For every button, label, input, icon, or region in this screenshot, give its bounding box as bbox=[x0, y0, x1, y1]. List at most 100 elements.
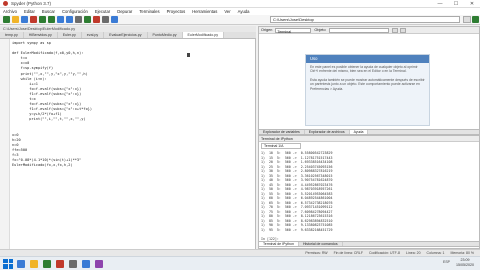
menu-herramientas[interactable]: Herramientas bbox=[192, 9, 217, 14]
menu-depurar[interactable]: Depurar bbox=[117, 9, 132, 14]
console-line: 1) 10 5: 560 -> 0.55800542723829 bbox=[261, 151, 333, 155]
status-bar: Permisos: RW Fin de línea: CRLF Codificaci… bbox=[0, 249, 480, 256]
toolbar-button-icon[interactable] bbox=[12, 16, 19, 23]
help-card-text-2: Esta ayuda también se puede mostrar auto… bbox=[310, 77, 425, 91]
taskbar-app-icon[interactable] bbox=[69, 259, 77, 268]
text-cursor bbox=[187, 53, 190, 57]
toolbar-button-icon[interactable] bbox=[75, 16, 82, 23]
spyder-logo-icon bbox=[3, 1, 8, 6]
editor-tab[interactable]: temp.py bbox=[0, 32, 24, 38]
toolbar-button-icon[interactable] bbox=[102, 16, 109, 23]
status-item: Memoria: 80 % bbox=[450, 251, 474, 255]
console-bottom-tab[interactable]: Terminal de IPython bbox=[259, 242, 299, 246]
menu-archivo[interactable]: Archivo bbox=[3, 9, 17, 14]
working-directory-field[interactable]: C:\Users\Jose\Desktop bbox=[270, 16, 460, 23]
help-usage-card: Uso En este panel es posible obtener la … bbox=[305, 54, 430, 126]
editor-tabs: temp.py HiBenvidos.py Euler.py eval.py Evalu… bbox=[0, 32, 256, 39]
menu-terminales[interactable]: Terminales bbox=[139, 9, 159, 14]
right-pane-tab[interactable]: Explorador de variables bbox=[259, 130, 305, 134]
toolbar-button-icon[interactable] bbox=[3, 16, 10, 23]
title-bar: Spyder (Python 3.7) — ☐ ✕ bbox=[0, 0, 480, 8]
code-text[interactable]: import sympy as sp def EulerModificado(f… bbox=[12, 41, 92, 168]
toolbar-button-icon[interactable] bbox=[111, 16, 118, 23]
menu-ayuda[interactable]: Ayuda bbox=[238, 9, 250, 14]
toolbar-button-icon[interactable] bbox=[57, 16, 64, 23]
status-item: Línea: 20 bbox=[405, 251, 421, 255]
minimize-button[interactable]: — bbox=[432, 0, 448, 8]
status-item: Codificación: UTF-8 bbox=[369, 251, 400, 255]
menu-ver[interactable]: Ver bbox=[224, 9, 230, 14]
code-line: EulerModificado(fx,x,fx,h,2) bbox=[12, 163, 73, 168]
right-pane-tab[interactable]: Ayuda bbox=[349, 130, 369, 134]
console-line: 1) 30 5: 560 -> 2.80988327816219 bbox=[261, 169, 333, 173]
lock-icon[interactable] bbox=[391, 27, 398, 33]
menu-editar[interactable]: Editar bbox=[24, 9, 35, 14]
help-card-title: Uso bbox=[306, 55, 429, 63]
console-bottom-tab[interactable]: Historial de comandos bbox=[299, 242, 343, 246]
options-icon[interactable] bbox=[399, 27, 406, 33]
right-pane-tab[interactable]: Explorador de archivos bbox=[305, 130, 350, 134]
editor-tab[interactable]: Euler.py bbox=[58, 32, 82, 38]
editor-tab[interactable]: eval.py bbox=[82, 32, 105, 38]
clock[interactable]: 23:09 15/05/2020 bbox=[456, 258, 474, 267]
object-input[interactable] bbox=[328, 27, 389, 33]
taskbar-app-icon[interactable] bbox=[30, 259, 38, 268]
menu-buscar[interactable]: Buscar bbox=[42, 9, 55, 14]
help-pane-header: Origen Terminal Objeto bbox=[259, 27, 479, 34]
menu-ejecutar[interactable]: Ejecutar bbox=[95, 9, 110, 14]
start-button-icon[interactable] bbox=[3, 258, 13, 269]
ipython-console[interactable]: Terminal de IPython Terminal 1/A 1) 10 5… bbox=[258, 135, 480, 249]
editor-tab[interactable]: PuntoMedio.py bbox=[148, 32, 183, 38]
code-editor[interactable]: import sympy as sp def EulerModificado(f… bbox=[0, 39, 256, 249]
window-title: Spyder (Python 3.7) bbox=[11, 1, 52, 6]
toolbar-button-icon[interactable] bbox=[84, 16, 91, 23]
taskbar-app-icon[interactable] bbox=[17, 259, 25, 268]
origin-select[interactable]: Terminal bbox=[275, 27, 312, 34]
language-indicator[interactable]: ESP bbox=[443, 260, 450, 264]
taskbar bbox=[0, 256, 480, 270]
menu-proyectos[interactable]: Proyectos bbox=[167, 9, 186, 14]
clock-date: 15/05/2020 bbox=[456, 262, 474, 267]
toolbar-button-icon[interactable] bbox=[30, 16, 37, 23]
console-line: 1) 60 5: 560 -> 6.04892544861004 bbox=[261, 196, 333, 200]
console-line: 1) 70 5: 560 -> 7.09371451099112 bbox=[261, 205, 333, 209]
console-line: 1) 80 5: 560 -> 8.12186723615316 bbox=[261, 214, 333, 218]
help-pane: Origen Terminal Objeto Uso En este panel… bbox=[258, 26, 480, 130]
taskbar-app-icon[interactable] bbox=[82, 259, 90, 268]
toolbar-button-icon[interactable] bbox=[39, 16, 46, 23]
console-line: 1) 40 5: 560 -> 3.90754781624870 bbox=[261, 178, 333, 182]
editor-tab[interactable]: EulerModificado.py bbox=[182, 32, 225, 38]
status-item: Fin de línea: CRLF bbox=[333, 251, 363, 255]
console-bottom-tabs: Terminal de IPython Historial de comandos bbox=[258, 241, 480, 247]
console-tab[interactable]: Terminal 1/A bbox=[261, 143, 301, 149]
toolbar-button-icon[interactable] bbox=[21, 16, 28, 23]
console-line: 1) 50 5: 560 -> 4.98703918957261 bbox=[261, 187, 333, 191]
menu-bar: Archivo Editar Buscar Configuración Ejec… bbox=[0, 8, 480, 15]
maximize-button[interactable]: ☐ bbox=[448, 0, 464, 8]
origin-value: Terminal bbox=[277, 29, 291, 34]
code-line: print("",x,"",y,"x",y,""y,"",h) bbox=[12, 71, 88, 76]
toolbar-button-icon[interactable] bbox=[93, 16, 100, 23]
editor-tab[interactable]: EvaluarEjercicios.py bbox=[104, 32, 148, 38]
parent-directory-icon[interactable] bbox=[472, 16, 479, 23]
toolbar-button-icon[interactable] bbox=[48, 16, 55, 23]
console-line: 1) 90 5: 560 -> 9.13380823751085 bbox=[261, 223, 333, 227]
taskbar-app-icon[interactable] bbox=[56, 259, 64, 268]
object-label: Objeto bbox=[314, 28, 326, 32]
origin-label: Origen bbox=[261, 28, 273, 32]
browse-directory-button[interactable] bbox=[463, 16, 471, 23]
taskbar-app-icon[interactable] bbox=[95, 259, 103, 268]
console-header: Terminal de IPython bbox=[259, 136, 479, 142]
taskbar-app-icon[interactable] bbox=[43, 259, 51, 268]
console-line: 1) 20 5: 560 -> 1.69338516434108 bbox=[261, 160, 333, 164]
toolbar-button-icon[interactable] bbox=[66, 16, 73, 23]
console-output[interactable]: 1) 10 5: 560 -> 0.55800542723829 1) 15 5:… bbox=[261, 151, 332, 241]
code-line: print("",i,"",t,"",x,"",y) bbox=[12, 117, 86, 122]
window-controls: — ☐ ✕ bbox=[432, 0, 480, 8]
editor-tab[interactable]: HiBenvidos.py bbox=[24, 32, 58, 38]
menu-configuracion[interactable]: Configuración bbox=[62, 9, 88, 14]
close-button[interactable]: ✕ bbox=[464, 0, 480, 8]
help-card-text-1: En este panel es posible obtener la ayud… bbox=[310, 65, 418, 74]
console-line: 1) 95 5: 560 -> 9.63382168451729 bbox=[261, 227, 333, 232]
status-item: Columna: 1 bbox=[426, 251, 445, 255]
